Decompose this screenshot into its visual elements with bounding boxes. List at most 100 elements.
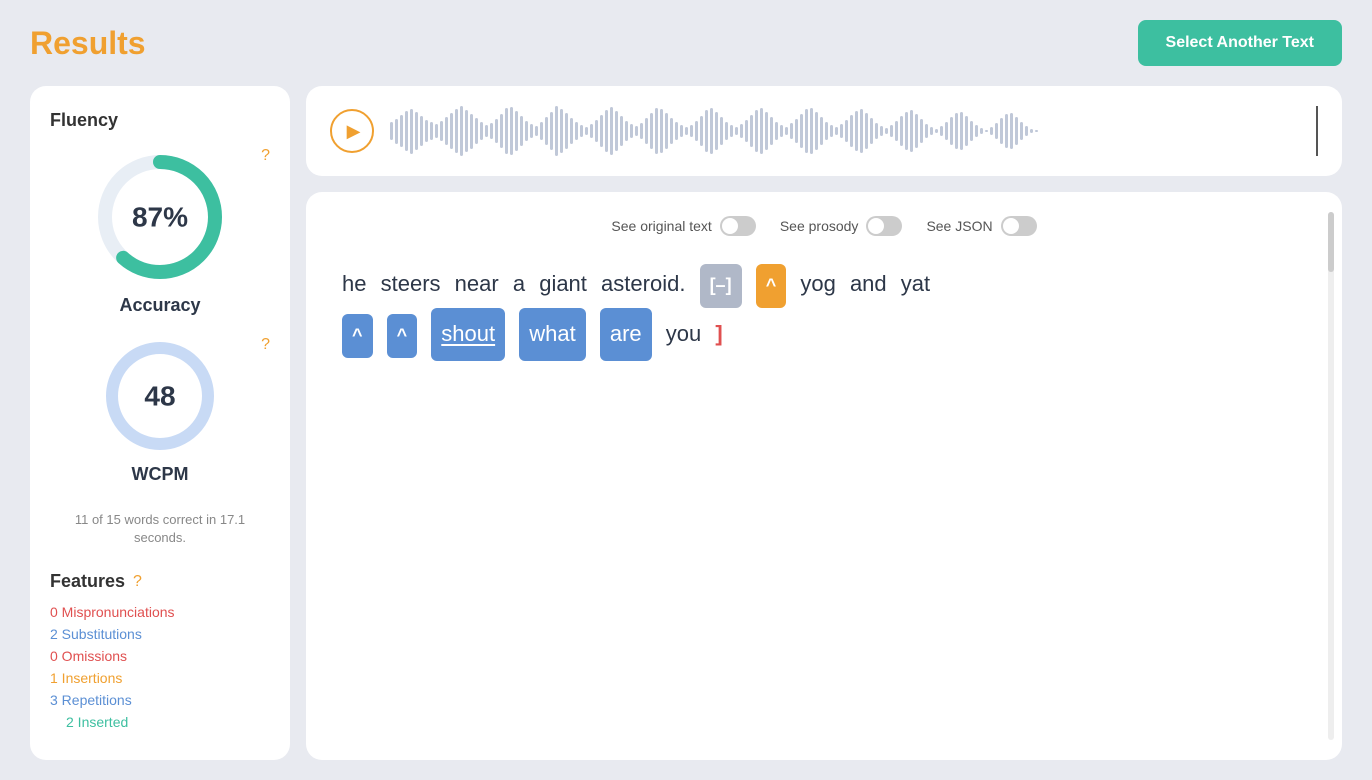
waveform-bar (930, 127, 933, 135)
waveform-bar (515, 111, 518, 151)
scrollbar-thumb (1328, 212, 1334, 272)
word-yat: yat (901, 260, 930, 308)
features-section: Features ? 0 Mispronunciations 2 Substit… (50, 571, 270, 730)
feature-repetitions: 3 Repetitions (50, 692, 270, 708)
left-panel: Fluency ? 87% Accuracy ? 48 WCPM 11 of 1… (30, 86, 290, 760)
waveform-bar (730, 125, 733, 137)
waveform-bar (840, 124, 843, 138)
waveform-bar (480, 122, 483, 140)
waveform-bar (440, 121, 443, 141)
waveform-bar (710, 108, 713, 154)
waveform-bar (760, 108, 763, 154)
waveform-bar (830, 125, 833, 137)
waveform-bar (810, 108, 813, 154)
fluency-label: Fluency (50, 110, 270, 131)
waveform-bar (545, 117, 548, 145)
waveform-bar (695, 121, 698, 141)
waveform-bar (975, 125, 978, 137)
toggle-json-track[interactable] (1001, 216, 1037, 236)
page-title: Results (30, 25, 146, 62)
word-giant: giant (539, 260, 587, 308)
waveform-bar (765, 112, 768, 150)
right-panel: ▶ See original text See prosody (306, 86, 1342, 760)
waveform-bar (430, 122, 433, 140)
waveform-bar (735, 127, 738, 135)
accuracy-section: ? 87% Accuracy (50, 147, 270, 336)
accuracy-donut: 87% (90, 147, 230, 287)
waveform-bar (900, 116, 903, 146)
waveform-bar (785, 127, 788, 135)
waveform-bar (955, 113, 958, 149)
select-another-text-button[interactable]: Select Another Text (1138, 20, 1342, 66)
word-what: what (519, 308, 585, 360)
waveform-cursor (1316, 106, 1318, 156)
waveform-bar (680, 125, 683, 137)
waveform-bar (970, 121, 973, 141)
waveform-bar (635, 126, 638, 136)
feature-insertions: 1 Insertions (50, 670, 270, 686)
waveform-bar (985, 130, 988, 132)
waveform-bar (875, 123, 878, 139)
toggle-row: See original text See prosody See JSON (330, 216, 1318, 236)
waveform-bar (450, 113, 453, 149)
main-content: Fluency ? 87% Accuracy ? 48 WCPM 11 of 1… (30, 86, 1342, 760)
waveform-bar (520, 116, 523, 146)
waveform-bar (1005, 114, 1008, 148)
features-help-icon[interactable]: ? (133, 573, 142, 591)
waveform-bar (800, 114, 803, 148)
waveform-bar (640, 123, 643, 139)
waveform-bar (740, 124, 743, 138)
accuracy-help-icon[interactable]: ? (261, 147, 270, 165)
waveform-bar (455, 109, 458, 153)
waveform-bar (920, 119, 923, 143)
waveform-bar (990, 127, 993, 135)
waveform-bar (625, 121, 628, 141)
waveform-bar (750, 115, 753, 147)
waveform-bar (585, 127, 588, 135)
waveform-bar (865, 113, 868, 149)
waveform-bar (445, 117, 448, 145)
waveform-bar (610, 107, 613, 155)
waveform-bar (530, 124, 533, 138)
waveform-bar (770, 117, 773, 145)
play-button[interactable]: ▶ (330, 109, 374, 153)
scrollbar[interactable] (1328, 212, 1334, 740)
waveform-bar (405, 111, 408, 151)
waveform-bar (645, 118, 648, 144)
waveform-bar (1020, 122, 1023, 140)
feature-substitutions: 2 Substitutions (50, 626, 270, 642)
waveform-bar (880, 126, 883, 136)
waveform-bar (595, 120, 598, 142)
text-card: See original text See prosody See JSON (306, 192, 1342, 760)
waveform-bar (570, 118, 573, 144)
word-and: and (850, 260, 887, 308)
accuracy-label: Accuracy (119, 295, 200, 316)
waveform-bar (705, 110, 708, 152)
waveform-bar (905, 112, 908, 150)
waveform-bar (940, 126, 943, 136)
waveform-bar (675, 122, 678, 140)
toggle-original-track[interactable] (720, 216, 756, 236)
waveform-bar (795, 119, 798, 143)
waveform-bar (835, 127, 838, 135)
waveform-bar (560, 109, 563, 153)
waveform-bar (870, 118, 873, 144)
toggle-prosody-track[interactable] (866, 216, 902, 236)
waveform-bar (525, 121, 528, 141)
waveform-bar (1010, 113, 1013, 149)
waveform-bar (965, 116, 968, 146)
toggle-original-text: See original text (611, 216, 755, 236)
waveform-bar (775, 122, 778, 140)
waveform-bar (620, 116, 623, 146)
feature-inserted: 2 Inserted (50, 714, 270, 730)
word-shout: shout (431, 308, 505, 360)
waveform-bar (655, 108, 658, 154)
waveform-bar (485, 125, 488, 137)
waveform-bar (915, 114, 918, 148)
waveform-bar (605, 110, 608, 152)
waveform-bar (550, 112, 553, 150)
wcpm-help-icon[interactable]: ? (261, 336, 270, 354)
feature-mispronunciations: 0 Mispronunciations (50, 604, 270, 620)
waveform-bar (1015, 117, 1018, 145)
waveform-bar (580, 125, 583, 137)
